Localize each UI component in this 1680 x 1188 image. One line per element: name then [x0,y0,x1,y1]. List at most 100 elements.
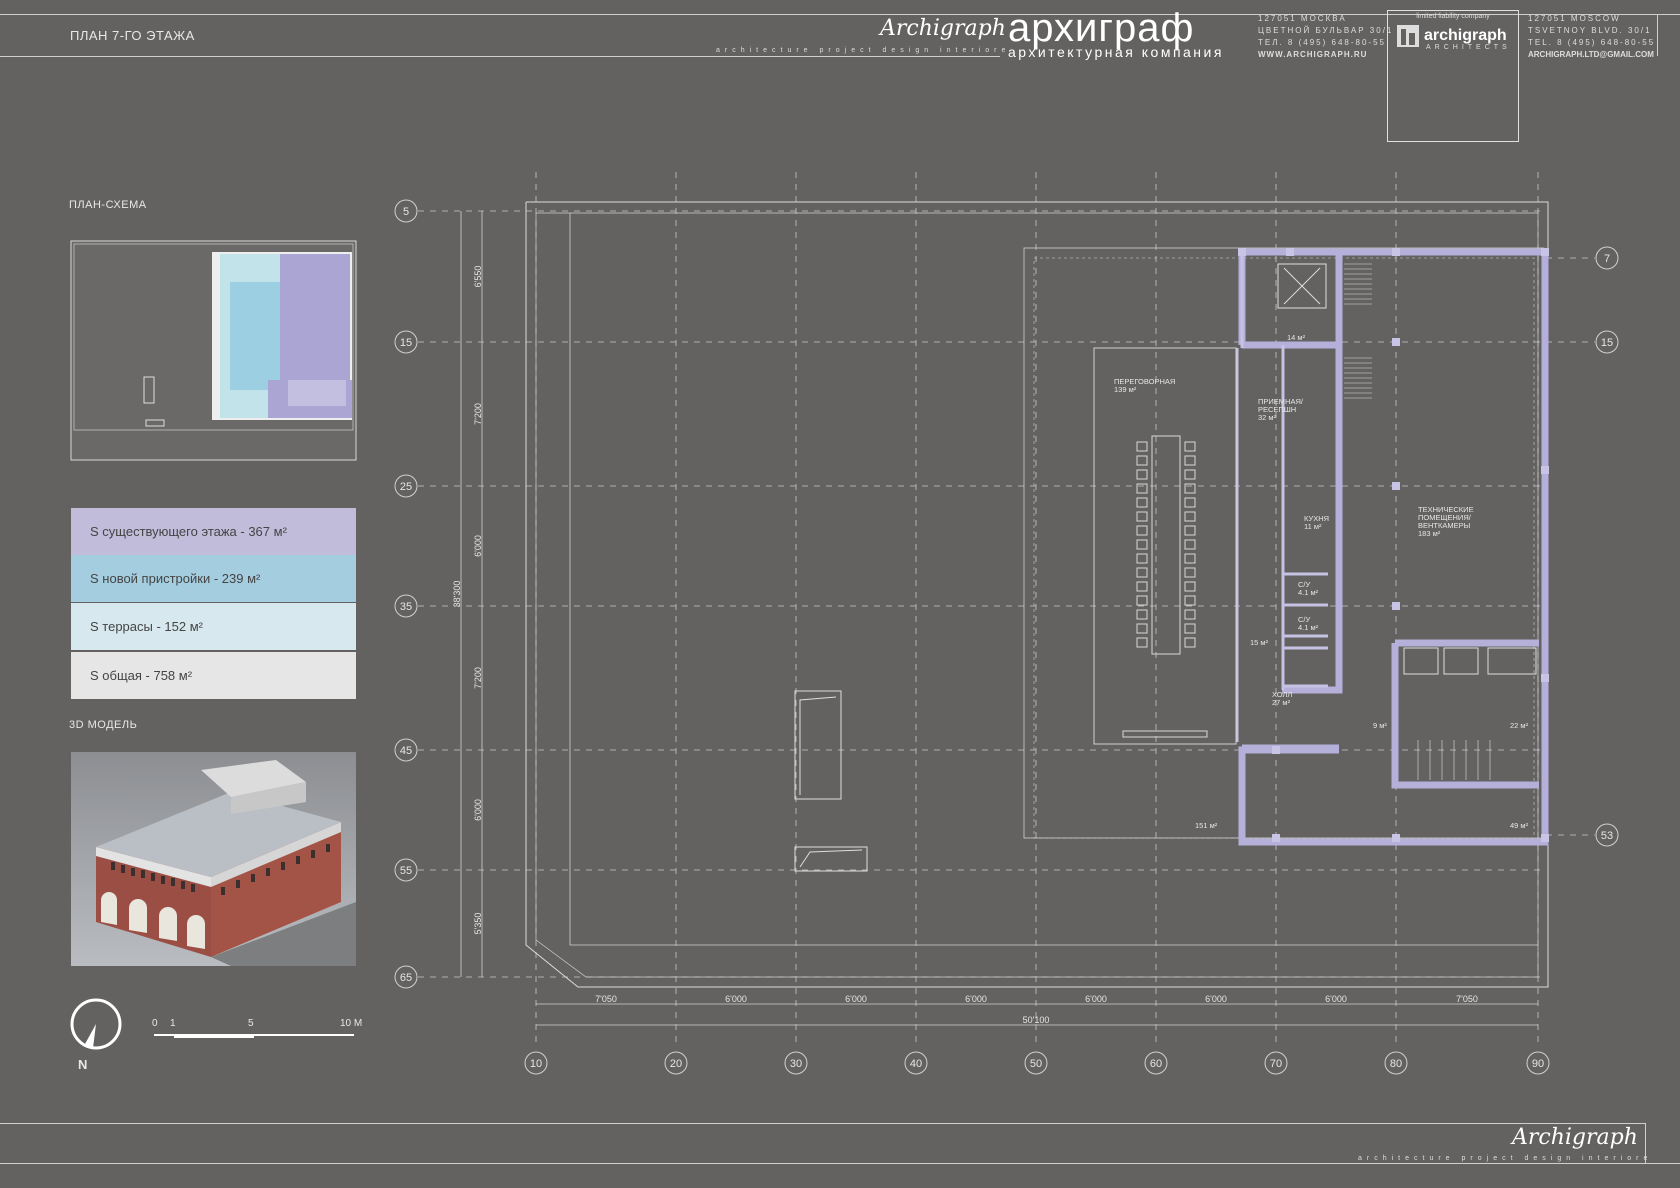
row-axis-label: 65 [400,972,412,984]
row-dimension: 6'000 [473,799,483,821]
room-area: 14 м² [1287,333,1306,342]
footer-logo-script: Archigraph [1512,1125,1638,1150]
chair [1184,623,1196,634]
skylight-vertical [794,690,842,800]
chair [1136,623,1148,634]
room-area: 139 м² [1114,385,1137,394]
row-axis-label: 5 [403,206,409,218]
room-area: 4.1 м² [1298,623,1319,632]
room-area: 49 м² [1510,821,1529,830]
chair [1184,539,1196,550]
room-area: 151 м² [1195,821,1218,830]
structural-column [1392,602,1400,610]
total-height-dimension: 38'300 [452,581,462,608]
chair [1184,525,1196,536]
row-axis-label: 55 [400,865,412,877]
room-area: 32 м² [1258,413,1277,422]
column-axis-label: 20 [670,1058,682,1070]
skylight-detail [799,849,863,868]
structural-column [1272,834,1280,842]
chair [1136,595,1148,606]
chair [1136,511,1148,522]
right-axis-label: 15 [1601,337,1613,349]
chair [1184,441,1196,452]
row-axis-label: 35 [400,601,412,613]
chair [1136,441,1148,452]
column-dimension: 7'050 [595,994,617,1004]
kitchen-wall [1281,488,1328,576]
row-dimension: 6'550 [473,266,483,288]
elevator-shaft [1443,647,1479,675]
column-axis-label: 30 [790,1058,802,1070]
column-axis-label: 90 [1532,1058,1544,1070]
row-axis-label: 25 [400,481,412,493]
structural-column [1238,248,1246,256]
elevator-shaft [1403,647,1439,675]
chair [1136,525,1148,536]
chair [1136,539,1148,550]
chair [1136,455,1148,466]
chair [1136,497,1148,508]
chair [1184,511,1196,522]
column-dimension: 6'000 [845,994,867,1004]
chair [1184,595,1196,606]
room-area: 4.1 м² [1298,588,1319,597]
chair [1184,553,1196,564]
chair [1184,567,1196,578]
row-dimension: 7'200 [473,667,483,689]
chair [1184,637,1196,648]
column-axis-label: 40 [910,1058,922,1070]
chair [1184,609,1196,620]
room-area: 183 м² [1418,529,1441,538]
room-area: 11 м² [1304,522,1322,531]
structural-column [1286,248,1294,256]
column-dimension: 6'000 [725,994,747,1004]
row-dimension: 5'350 [473,913,483,935]
skylight-detail [799,696,837,795]
right-axis-label: 53 [1601,830,1613,842]
structural-column [1392,482,1400,490]
credenza [1122,730,1208,738]
right-axis-label: 7 [1604,253,1610,265]
column-dimension: 6'000 [1325,994,1347,1004]
chair [1136,553,1148,564]
chair [1136,483,1148,494]
room-area: 15 м² [1250,638,1269,647]
column-dimension: 6'000 [1085,994,1107,1004]
structural-column [1392,834,1400,842]
chair [1184,483,1196,494]
column-axis-label: 80 [1390,1058,1402,1070]
column-dimension: 6'000 [965,994,987,1004]
column-axis-label: 60 [1150,1058,1162,1070]
structural-column [1392,338,1400,346]
roof-outline-inner [535,212,1539,978]
chair [1184,455,1196,466]
chair [1136,637,1148,648]
chair [1184,497,1196,508]
structural-column [1541,466,1549,474]
room-area: 27 м² [1272,698,1291,707]
roof-outline [525,201,1549,988]
total-width-dimension: 50'100 [1023,1015,1050,1025]
room-area: 9 м² [1373,721,1387,730]
chair [1184,581,1196,592]
chair [1184,469,1196,480]
structural-column [1541,834,1549,842]
chair [1136,567,1148,578]
row-axis-label: 45 [400,745,412,757]
chair [1136,609,1148,620]
row-axis-label: 15 [400,337,412,349]
vent-shaft [1487,647,1537,675]
structural-column [1272,746,1280,754]
structural-column [1541,248,1549,256]
column-axis-label: 10 [530,1058,542,1070]
column-dimension: 6'000 [1205,994,1227,1004]
column-dimension: 7'050 [1456,994,1478,1004]
row-dimension: 7'200 [473,403,483,425]
meeting-room-outline [1093,347,1237,745]
floor-plan: 10 20 30 40 50 60 70 80 90 5 15 25 35 45 55 65 7 15 53 7'05… [394,172,1619,1075]
column-axis-label: 70 [1270,1058,1282,1070]
room-area: 22 м² [1510,721,1529,730]
structural-column [1392,248,1400,256]
row-dimension: 6'000 [473,535,483,557]
